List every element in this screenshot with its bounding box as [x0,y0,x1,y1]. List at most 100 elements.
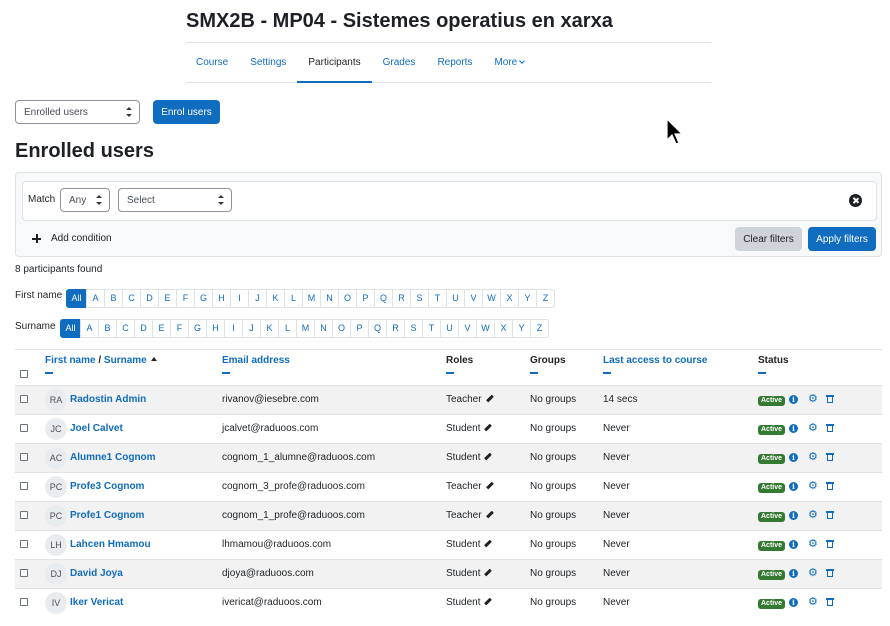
row-checkbox[interactable] [20,395,28,403]
filter-type-select[interactable]: Select [118,188,232,212]
surname-initial-f[interactable]: F [170,319,189,338]
surname-initial-q[interactable]: Q [368,319,387,338]
surname-initial-all[interactable]: All [60,319,81,338]
firstname-initial-w[interactable]: W [482,289,501,308]
collapse-column-icon[interactable] [758,372,766,374]
firstname-initial-o[interactable]: O [338,289,357,308]
participant-name-link[interactable]: Lahcen Hmamou [70,531,151,559]
gear-icon[interactable]: ⚙ [808,481,818,492]
row-checkbox[interactable] [20,569,28,577]
pencil-icon[interactable] [485,510,494,519]
trash-icon[interactable] [826,540,834,549]
surname-initial-l[interactable]: L [278,319,297,338]
row-checkbox[interactable] [20,482,28,490]
surname-initial-e[interactable]: E [152,319,171,338]
trash-icon[interactable] [826,482,834,491]
sort-surname-link[interactable]: Surname [104,355,147,366]
participant-name-link[interactable]: Radostin Admin [70,386,146,414]
surname-initial-h[interactable]: H [206,319,225,338]
close-icon[interactable] [849,194,862,207]
surname-initial-y[interactable]: Y [512,319,531,338]
trash-icon[interactable] [826,598,834,607]
tab-reports[interactable]: Reports [426,43,483,82]
firstname-initial-all[interactable]: All [66,289,87,308]
enrol-users-button[interactable]: Enrol users [153,100,220,124]
gear-icon[interactable]: ⚙ [808,539,818,550]
participant-name-link[interactable]: Iker Vericat [70,589,123,617]
surname-initial-r[interactable]: R [386,319,405,338]
collapse-column-icon[interactable] [222,372,230,374]
collapse-column-icon[interactable] [446,372,454,374]
collapse-column-icon[interactable] [45,372,53,374]
firstname-initial-d[interactable]: D [140,289,159,308]
sort-firstname-link[interactable]: First name [45,355,96,366]
surname-initial-z[interactable]: Z [530,319,549,338]
firstname-initial-n[interactable]: N [320,289,339,308]
firstname-initial-b[interactable]: B [104,289,123,308]
firstname-initial-j[interactable]: J [248,289,267,308]
surname-initial-t[interactable]: T [422,319,441,338]
firstname-initial-g[interactable]: G [194,289,213,308]
participant-name-link[interactable]: Alumne1 Cognom [70,444,156,472]
trash-icon[interactable] [826,569,834,578]
surname-initial-c[interactable]: C [116,319,135,338]
tab-grades[interactable]: Grades [372,43,427,82]
gear-icon[interactable]: ⚙ [808,423,818,434]
select-all-checkbox[interactable] [20,370,28,378]
gear-icon[interactable]: ⚙ [808,452,818,463]
pencil-icon[interactable] [484,452,493,461]
firstname-initial-r[interactable]: R [392,289,411,308]
surname-initial-u[interactable]: U [440,319,459,338]
trash-icon[interactable] [826,511,834,520]
pencil-icon[interactable] [484,423,493,432]
surname-initial-k[interactable]: K [260,319,279,338]
info-icon[interactable]: i [789,424,798,433]
surname-initial-n[interactable]: N [314,319,333,338]
info-icon[interactable]: i [789,453,798,462]
firstname-initial-l[interactable]: L [284,289,303,308]
pencil-icon[interactable] [484,539,493,548]
info-icon[interactable]: i [789,569,798,578]
surname-initial-a[interactable]: A [80,319,99,338]
gear-icon[interactable]: ⚙ [808,597,818,608]
gear-icon[interactable]: ⚙ [808,394,818,405]
trash-icon[interactable] [826,424,834,433]
firstname-initial-u[interactable]: U [446,289,465,308]
pencil-icon[interactable] [485,481,494,490]
add-condition-button[interactable]: Add condition [32,233,112,244]
firstname-initial-e[interactable]: E [158,289,177,308]
row-checkbox[interactable] [20,598,28,606]
sort-last-access-link[interactable]: Last access to course [603,355,708,366]
surname-initial-j[interactable]: J [242,319,261,338]
surname-initial-g[interactable]: G [188,319,207,338]
surname-initial-m[interactable]: M [296,319,315,338]
tab-participants[interactable]: Participants [297,43,372,83]
firstname-initial-z[interactable]: Z [536,289,555,308]
surname-initial-i[interactable]: I [224,319,243,338]
tab-more[interactable]: More [483,43,535,82]
participants-view-select[interactable]: Enrolled users [15,100,140,124]
firstname-initial-f[interactable]: F [176,289,195,308]
firstname-initial-t[interactable]: T [428,289,447,308]
surname-initial-s[interactable]: S [404,319,423,338]
surname-initial-w[interactable]: W [476,319,495,338]
firstname-initial-a[interactable]: A [86,289,105,308]
firstname-initial-c[interactable]: C [122,289,141,308]
firstname-initial-y[interactable]: Y [518,289,537,308]
firstname-initial-m[interactable]: M [302,289,321,308]
info-icon[interactable]: i [789,511,798,520]
participant-name-link[interactable]: Joel Calvet [70,415,123,443]
firstname-initial-x[interactable]: X [500,289,519,308]
sort-email-link[interactable]: Email address [222,355,290,366]
surname-initial-o[interactable]: O [332,319,351,338]
participant-name-link[interactable]: Profe3 Cognom [70,473,144,501]
tab-settings[interactable]: Settings [239,43,297,82]
surname-initial-v[interactable]: V [458,319,477,338]
firstname-initial-k[interactable]: K [266,289,285,308]
firstname-initial-p[interactable]: P [356,289,375,308]
trash-icon[interactable] [826,395,834,404]
row-checkbox[interactable] [20,424,28,432]
info-icon[interactable]: i [789,598,798,607]
firstname-initial-h[interactable]: H [212,289,231,308]
tab-course[interactable]: Course [186,43,239,82]
